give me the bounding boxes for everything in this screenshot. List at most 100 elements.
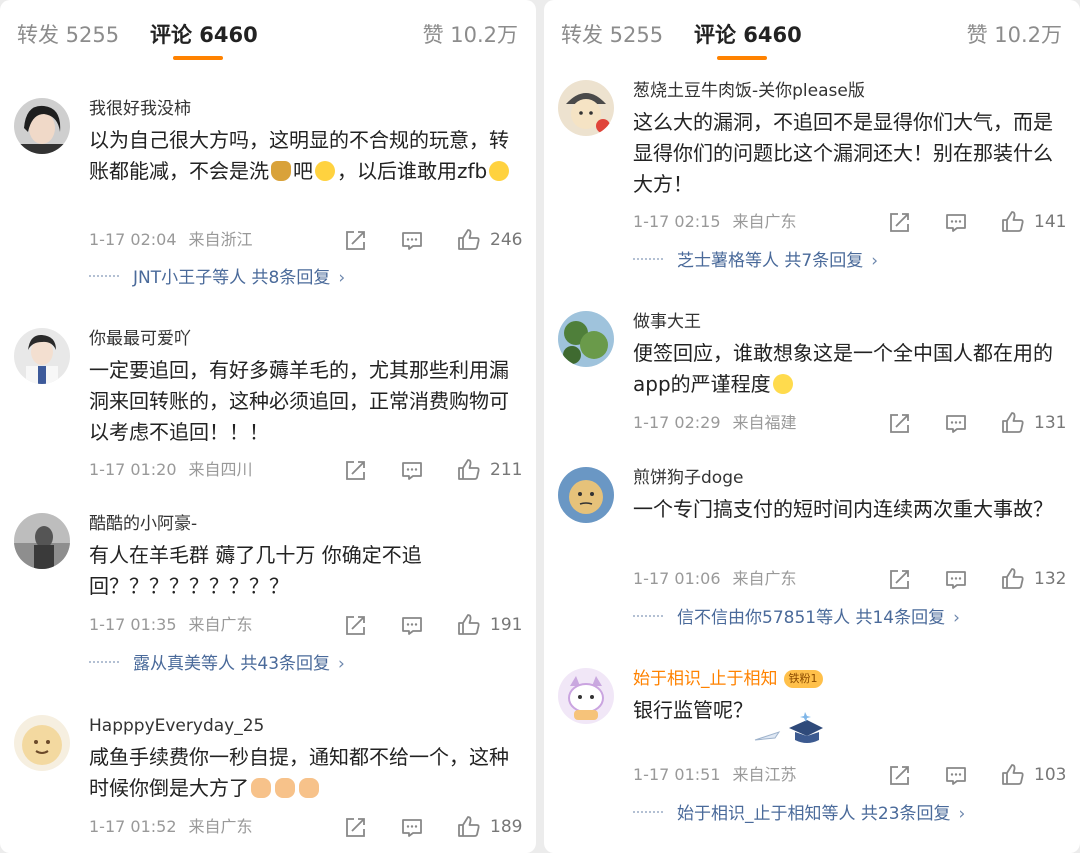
comment-location: 来自福建	[732, 413, 797, 432]
money-bag-emoji-icon	[271, 161, 291, 181]
comment-meta: 1-17 02:29 来自福建	[633, 412, 797, 434]
comment-icon[interactable]	[944, 568, 968, 592]
tab-bar: 转发 5255 评论 6460 赞 10.2万	[0, 0, 536, 62]
share-icon[interactable]	[343, 816, 367, 840]
thumb-up-icon[interactable]	[1001, 411, 1025, 435]
reply-summary[interactable]: 信不信由你57851等人 共14条回复 ›	[633, 606, 960, 630]
username[interactable]: 做事大王	[633, 311, 701, 333]
comment-icon[interactable]	[400, 816, 424, 840]
comment-text: 一定要追回，有好多薅羊毛的，尤其那些利用漏洞来回转账的，这种必须追回，正常消费购…	[89, 358, 509, 444]
avatar[interactable]	[558, 668, 614, 724]
reply-summary[interactable]: 芝士薯格等人 共7条回复 ›	[633, 249, 878, 273]
thumb-up-icon[interactable]	[457, 815, 481, 839]
chick-emoji-icon	[772, 374, 793, 394]
comment-icon[interactable]	[944, 211, 968, 235]
comment-meta: 1-17 01:51 来自江苏	[633, 764, 797, 786]
comment-icon[interactable]	[400, 614, 424, 638]
like-count: 246	[490, 230, 523, 250]
chevron-right-icon: ›	[338, 268, 346, 288]
comment-time: 1-17 01:20	[89, 460, 177, 479]
comment-location: 来自广东	[188, 615, 253, 634]
comment-time: 1-17 02:04	[89, 230, 177, 249]
comment-time: 1-17 01:06	[633, 569, 721, 588]
comment-text: 便签回应，谁敢想象这是一个全中国人都在用的app的严谨程度	[633, 341, 1053, 396]
avatar[interactable]	[14, 513, 70, 569]
tab-repost[interactable]: 转发 5255	[17, 21, 119, 49]
graduation-cap-sticker-icon	[749, 708, 823, 754]
comment-time: 1-17 01:35	[89, 615, 177, 634]
comment-icon[interactable]	[400, 459, 424, 483]
username[interactable]: HapppyEveryday_25	[89, 715, 264, 737]
reply-summary[interactable]: 始于相识_止于相知等人 共23条回复 ›	[633, 802, 965, 826]
comment-meta: 1-17 01:06 来自广东	[633, 568, 797, 590]
thumb-up-icon[interactable]	[1001, 763, 1025, 787]
avatar[interactable]	[14, 98, 70, 154]
comment-time: 1-17 02:15	[633, 212, 721, 231]
right-comment-panel: 转发 5255 评论 6460 赞 10.2万 葱烧土豆牛肉饭-关你please…	[544, 0, 1080, 853]
avatar[interactable]	[14, 328, 70, 384]
thumb-up-icon[interactable]	[457, 228, 481, 252]
fan-badge: 铁粉1	[783, 670, 823, 688]
avatar[interactable]	[558, 80, 614, 136]
tab-comments[interactable]: 评论 6460	[150, 21, 258, 49]
comment-meta: 1-17 02:15 来自广东	[633, 211, 797, 233]
share-icon[interactable]	[343, 614, 367, 638]
comment-location: 来自江苏	[732, 765, 797, 784]
reply-summary[interactable]: 露从真美等人 共43条回复 ›	[89, 652, 345, 676]
comment-meta: 1-17 02:04 来自浙江	[89, 229, 253, 251]
thumb-up-icon[interactable]	[1001, 567, 1025, 591]
like-count: 131	[1034, 413, 1067, 433]
share-icon[interactable]	[343, 459, 367, 483]
share-icon[interactable]	[343, 229, 367, 253]
active-tab-indicator	[173, 56, 223, 60]
comment-icon[interactable]	[944, 764, 968, 788]
share-icon[interactable]	[887, 412, 911, 436]
avatar[interactable]	[14, 715, 70, 771]
thumbs-up-emoji-icon	[299, 778, 319, 798]
username[interactable]: 煎饼狗子doge	[633, 467, 743, 489]
like-count: 189	[490, 817, 523, 837]
comment-time: 1-17 01:52	[89, 817, 177, 836]
username[interactable]: 始于相识_止于相知 铁粉1	[633, 668, 823, 690]
comment-location: 来自广东	[188, 817, 253, 836]
like-count: 103	[1034, 765, 1067, 785]
comment-location: 来自广东	[732, 212, 797, 231]
comment-meta: 1-17 01:20 来自四川	[89, 459, 253, 481]
share-icon[interactable]	[887, 764, 911, 788]
share-icon[interactable]	[887, 211, 911, 235]
comment-location: 来自浙江	[188, 230, 253, 249]
comment-text: 这么大的漏洞，不追回不是显得你们大气，而是显得你们的问题比这个漏洞还大！别在那装…	[633, 110, 1053, 196]
username[interactable]: 你最最可爱吖	[89, 328, 191, 350]
comment-meta: 1-17 01:35 来自广东	[89, 614, 253, 636]
active-tab-indicator	[717, 56, 767, 60]
avatar[interactable]	[558, 467, 614, 523]
chevron-right-icon: ›	[338, 654, 345, 674]
reply-summary[interactable]: JNT小王子等人 共8条回复 ›	[89, 266, 345, 290]
chevron-right-icon: ›	[953, 608, 960, 628]
username[interactable]: 葱烧土豆牛肉饭-关你please版	[633, 80, 865, 102]
like-count: 132	[1034, 569, 1067, 589]
comment-icon[interactable]	[400, 229, 424, 253]
username[interactable]: 酷酷的小阿豪-	[89, 513, 197, 535]
chevron-right-icon: ›	[871, 251, 879, 271]
avatar[interactable]	[558, 311, 614, 367]
tab-likes[interactable]: 赞 10.2万	[967, 21, 1062, 49]
comment-time: 1-17 01:51	[633, 765, 721, 784]
tab-likes[interactable]: 赞 10.2万	[423, 21, 518, 49]
thumbs-up-emoji-icon	[251, 778, 271, 798]
chevron-right-icon: ›	[958, 804, 966, 824]
like-count: 191	[490, 615, 523, 635]
thumb-up-icon[interactable]	[457, 458, 481, 482]
thumb-up-icon[interactable]	[1001, 210, 1025, 234]
comment-icon[interactable]	[944, 412, 968, 436]
share-icon[interactable]	[887, 568, 911, 592]
comment-location: 来自广东	[732, 569, 797, 588]
comment-text: 一个专门搞支付的短时间内连续两次重大事故？	[633, 497, 1053, 521]
tab-bar: 转发 5255 评论 6460 赞 10.2万	[544, 0, 1080, 62]
tab-comments[interactable]: 评论 6460	[694, 21, 802, 49]
tab-repost[interactable]: 转发 5255	[561, 21, 663, 49]
comment-text: 银行监管呢？	[633, 698, 753, 722]
username[interactable]: 我很好我没柿	[89, 98, 191, 120]
comment-text: 有人在羊毛群 薅了几十万 你确定不追回？？？？？？？？？	[89, 543, 422, 598]
thumb-up-icon[interactable]	[457, 613, 481, 637]
